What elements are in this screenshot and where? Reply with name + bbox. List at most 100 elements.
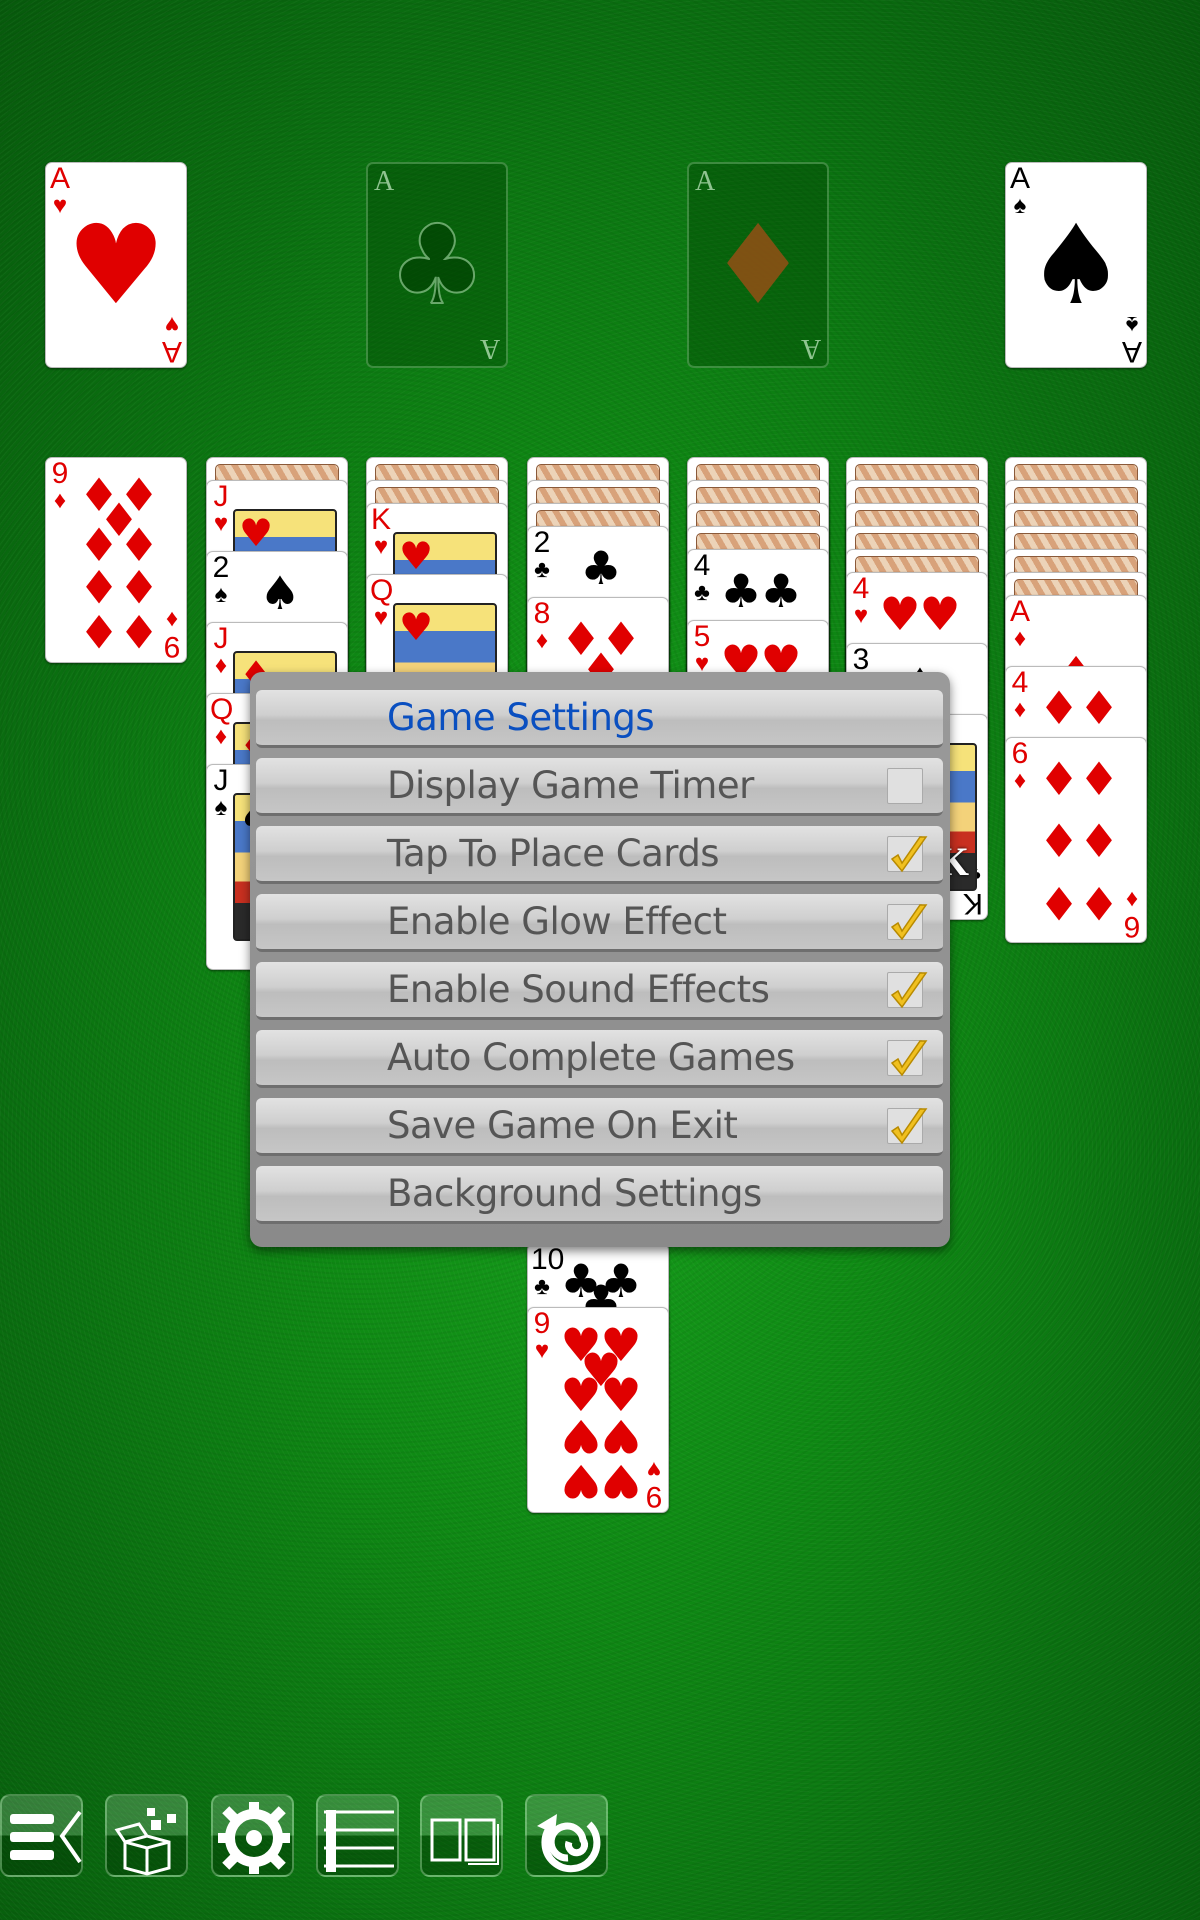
card-rank: 5: [693, 620, 711, 653]
undo-spiral-button[interactable]: [525, 1794, 608, 1877]
game-settings-dialog: Game Settings Display Game Timer Tap To P…: [250, 672, 950, 1247]
card-index: 2♣: [531, 528, 553, 583]
diamonds-icon: ♦: [1038, 814, 1080, 868]
diamonds-icon: ♦: [165, 606, 179, 633]
card-rank: 9: [163, 630, 181, 663]
clubs-icon: ♣: [720, 564, 762, 619]
card-rank: A: [162, 335, 183, 368]
playing-card[interactable]: A ♠ A ♠ ♠: [1005, 162, 1147, 368]
background-settings-button[interactable]: Background Settings: [256, 1166, 943, 1224]
checkbox-checked[interactable]: [887, 1108, 928, 1145]
card-rank: 6: [1011, 737, 1029, 770]
list-icon: [324, 1810, 394, 1872]
card-index: 4♦: [1009, 668, 1031, 723]
cards-icon: [430, 1818, 499, 1865]
card-index: 6 ♦: [1009, 737, 1031, 794]
setting-enable-sound-effects[interactable]: Enable Sound Effects: [256, 962, 943, 1020]
card-rank: 4: [852, 572, 870, 605]
setting-enable-glow-effect[interactable]: Enable Glow Effect: [256, 894, 943, 952]
setting-label: Save Game On Exit: [387, 1104, 738, 1147]
diamonds-icon: ♦: [535, 627, 549, 654]
card-rank: 4: [693, 549, 711, 582]
hearts-icon: ♥: [853, 602, 869, 629]
clubs-icon: ♣: [534, 1273, 550, 1300]
dialog-title: Game Settings: [387, 696, 655, 739]
setting-tap-to-place-cards[interactable]: Tap To Place Cards: [256, 826, 943, 884]
diamonds-icon: ♦: [1013, 767, 1027, 794]
hearts-icon: ♥: [646, 1456, 662, 1483]
setting-display-game-timer[interactable]: Display Game Timer: [256, 758, 943, 816]
diamonds-icon: ♦: [1078, 752, 1120, 807]
hearts-icon: ♥: [600, 1454, 642, 1509]
slot-label: A: [374, 166, 395, 197]
card-index: K♥: [370, 503, 392, 560]
card-rank: J: [213, 480, 229, 513]
menu-button[interactable]: [0, 1794, 83, 1877]
card-rank: A: [49, 162, 70, 195]
setting-label: Auto Complete Games: [387, 1036, 795, 1079]
background-settings-label: Background Settings: [387, 1172, 762, 1215]
hearts-icon: ♥: [373, 533, 389, 560]
setting-save-game-on-exit[interactable]: Save Game On Exit: [256, 1098, 943, 1156]
card-index: J♥: [210, 480, 232, 537]
hearts-icon: ♥: [879, 587, 921, 642]
diamonds-icon: ♦: [53, 487, 67, 514]
checkbox-checked[interactable]: [887, 972, 928, 1009]
hearts-icon: ♥: [239, 511, 274, 555]
card-index: 6 ♦: [1121, 886, 1143, 942]
setting-auto-complete-games[interactable]: Auto Complete Games: [256, 1030, 943, 1088]
card-index: 9 ♦: [161, 606, 183, 663]
spades-icon: ♠: [214, 581, 228, 608]
card-index: Q♥: [370, 574, 394, 631]
card-rank: K: [370, 503, 391, 536]
hearts-icon: ♥: [373, 604, 389, 631]
playing-card[interactable]: 9 ♥ 9 ♥ ♥ ♥ ♥ ♥ ♥ ♥ ♥ ♥ ♥: [527, 1307, 669, 1513]
playing-card[interactable]: 9 ♦ 9 ♦ ♦ ♦ ♦ ♦ ♦ ♦ ♦ ♦ ♦: [45, 457, 187, 663]
spades-icon: ♠: [1026, 201, 1126, 329]
diamonds-icon: ♦: [214, 723, 228, 750]
gear-icon: [218, 1802, 290, 1874]
diamonds-icon: ♦: [214, 652, 228, 679]
diamonds-icon: ♦: [1013, 696, 1027, 723]
card-index: 9 ♥: [531, 1309, 553, 1364]
checkbox-checked[interactable]: [887, 1040, 928, 1077]
clubs-icon: ♣: [580, 541, 622, 596]
card-index: J♠: [210, 764, 232, 821]
card-rank: J: [213, 764, 229, 797]
playing-card[interactable]: A ♥ A ♥ ♥: [45, 162, 187, 368]
card-rank: 2: [212, 551, 230, 584]
card-rank: A: [1009, 595, 1030, 628]
hearts-icon: ♥: [919, 587, 961, 642]
setting-label: Tap To Place Cards: [387, 832, 720, 875]
hearts-icon: ♥: [399, 605, 434, 649]
foundation-slot-diamonds[interactable]: A A ♦: [687, 162, 829, 368]
foundation-slot-clubs[interactable]: A A ♣: [366, 162, 508, 368]
new-game-box-button[interactable]: [105, 1794, 188, 1877]
diamonds-icon: ♦: [118, 558, 160, 613]
hearts-icon: ♥: [66, 201, 166, 329]
gear-button[interactable]: [211, 1794, 294, 1877]
playing-card[interactable]: 6 ♦ 6 ♦ ♦ ♦ ♦ ♦ ♦ ♦: [1005, 737, 1147, 943]
setting-label: Enable Sound Effects: [387, 968, 770, 1011]
checkbox-checked[interactable]: [887, 836, 928, 873]
setting-label: Enable Glow Effect: [387, 900, 727, 943]
diamonds-icon: ♦: [1125, 886, 1139, 913]
card-rank: Q: [370, 574, 394, 607]
card-rank: 9: [51, 457, 69, 490]
hearts-icon: ♥: [600, 1408, 642, 1463]
card-index: 8♦: [531, 599, 553, 654]
checkbox-checked[interactable]: [887, 904, 928, 941]
card-rank: 9: [645, 1480, 663, 1513]
card-index: 9 ♦: [49, 457, 71, 514]
checkbox-unchecked[interactable]: [887, 768, 923, 804]
slot-label: A: [479, 333, 500, 364]
card-index: 9 ♥: [643, 1456, 665, 1513]
card-rank: A: [1009, 162, 1030, 195]
list-button[interactable]: [316, 1794, 399, 1877]
cards-button[interactable]: [420, 1794, 503, 1877]
slot-label: A: [800, 333, 821, 364]
card-index: 4♥: [850, 572, 872, 629]
spades-icon: ♠: [214, 794, 228, 821]
diamonds-icon: ♦: [708, 201, 808, 329]
diamonds-icon: ♦: [1078, 875, 1120, 930]
